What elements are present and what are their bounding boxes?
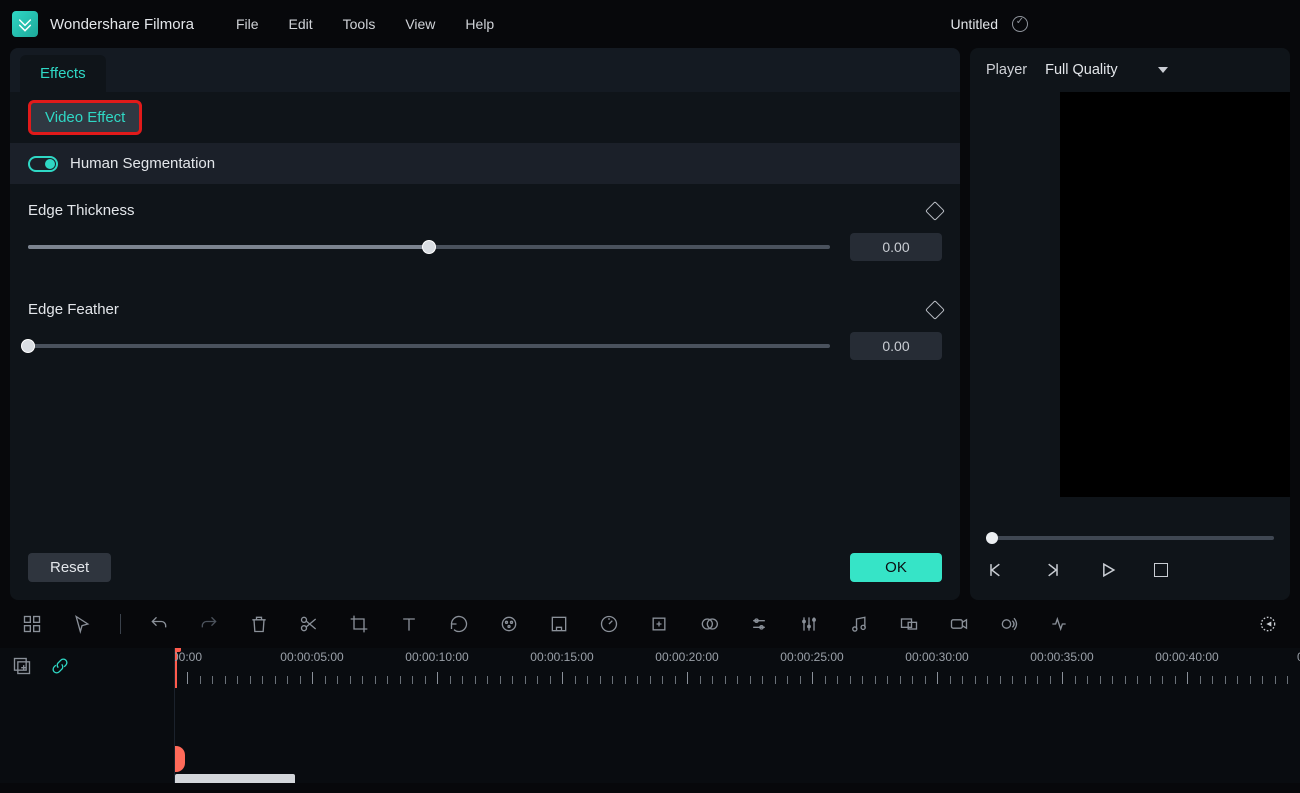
project-status: Untitled (951, 16, 1288, 32)
param-edge-feather: Edge Feather (28, 301, 942, 360)
subtab-video-effect[interactable]: Video Effect (28, 100, 142, 135)
speedometer-icon[interactable] (597, 612, 621, 636)
green-screen-icon[interactable] (547, 612, 571, 636)
menu-view[interactable]: View (405, 16, 435, 32)
next-frame-icon[interactable] (1042, 560, 1062, 580)
preview-viewport[interactable] (1060, 92, 1290, 497)
keyframe-icon[interactable] (925, 300, 945, 320)
timeline-left-gutter (0, 648, 175, 783)
prev-frame-icon[interactable] (986, 560, 1006, 580)
zoom-fit-icon[interactable] (1256, 612, 1280, 636)
audio-mixer-icon[interactable] (797, 612, 821, 636)
clip-handle[interactable] (175, 746, 185, 772)
menu-tools[interactable]: Tools (343, 16, 376, 32)
quality-value: Full Quality (1045, 62, 1118, 78)
edge-thickness-value[interactable] (850, 233, 942, 261)
stop-icon[interactable] (1154, 563, 1168, 577)
undo-icon[interactable] (147, 612, 171, 636)
ruler-label: 00:00:20:00 (655, 650, 718, 664)
player-label: Player (986, 62, 1027, 78)
motion-track-icon[interactable] (897, 612, 921, 636)
split-icon[interactable] (297, 612, 321, 636)
edge-feather-label: Edge Feather (28, 301, 119, 318)
reset-button[interactable]: Reset (28, 553, 111, 582)
menu-bar: Wondershare Filmora File Edit Tools View… (0, 0, 1300, 48)
redo-icon[interactable] (197, 612, 221, 636)
cloud-sync-icon[interactable] (1012, 16, 1028, 32)
ruler-label: 00:00:35:00 (1030, 650, 1093, 664)
subtab-row: Video Effect (10, 92, 960, 137)
play-icon[interactable] (1098, 560, 1118, 580)
effects-panel: Effects Video Effect Human Segmentation … (10, 48, 960, 600)
menu-edit[interactable]: Edit (289, 16, 313, 32)
player-controls (970, 540, 1290, 600)
ruler-label: 00:00:40:00 (1155, 650, 1218, 664)
ok-button[interactable]: OK (850, 553, 942, 582)
crop-icon[interactable] (347, 612, 371, 636)
timeline-ruler[interactable]: 00:00 00:00:05:00 00:00:10:00 00:00:15:00 00… (175, 648, 1300, 684)
record-icon[interactable] (947, 612, 971, 636)
quality-select[interactable]: Full Quality (1045, 62, 1168, 78)
chevron-down-icon (1158, 67, 1168, 73)
keyframe-icon[interactable] (925, 201, 945, 221)
edge-feather-value[interactable] (850, 332, 942, 360)
mask-icon[interactable] (697, 612, 721, 636)
project-name: Untitled (951, 16, 998, 32)
adjust-icon[interactable] (747, 612, 771, 636)
layout-icon[interactable] (20, 612, 44, 636)
human-segmentation-label: Human Segmentation (70, 155, 215, 172)
edge-feather-slider[interactable] (28, 344, 830, 348)
timeline-toolbar (0, 600, 1300, 648)
timeline: 00:00 00:00:05:00 00:00:10:00 00:00:15:00 00… (0, 648, 1300, 783)
ruler-label: 00:00:15:00 (530, 650, 593, 664)
voiceover-icon[interactable] (997, 612, 1021, 636)
ruler-label: 00:00:05:00 (280, 650, 343, 664)
audio-sync-icon[interactable] (1047, 612, 1071, 636)
effect-toggle-row: Human Segmentation (10, 143, 960, 184)
menu-items: File Edit Tools View Help (236, 16, 494, 32)
app-logo (12, 11, 38, 37)
speed-rewind-icon[interactable] (447, 612, 471, 636)
effects-tab-bar: Effects (10, 48, 960, 92)
effects-panel-footer: Reset OK (10, 539, 960, 600)
color-icon[interactable] (497, 612, 521, 636)
edge-thickness-label: Edge Thickness (28, 202, 134, 219)
timeline-ruler-area[interactable]: 00:00 00:00:05:00 00:00:10:00 00:00:15:00 00… (175, 648, 1300, 783)
audio-detach-icon[interactable] (847, 612, 871, 636)
separator (120, 614, 121, 634)
ruler-label: 00:00:25:00 (780, 650, 843, 664)
human-segmentation-toggle[interactable] (28, 156, 58, 172)
delete-icon[interactable] (247, 612, 271, 636)
param-edge-thickness: Edge Thickness (28, 202, 942, 261)
ruler-label: 00:00:30:00 (905, 650, 968, 664)
ruler-label: 00:00:10:00 (405, 650, 468, 664)
menu-file[interactable]: File (236, 16, 259, 32)
menu-help[interactable]: Help (465, 16, 494, 32)
clip[interactable] (175, 774, 295, 783)
app-title: Wondershare Filmora (50, 16, 194, 33)
keyframe-add-icon[interactable] (647, 612, 671, 636)
text-icon[interactable] (397, 612, 421, 636)
edge-thickness-slider[interactable] (28, 245, 830, 249)
ruler-label: 00:00 (175, 650, 202, 664)
add-track-icon[interactable] (12, 656, 32, 681)
preview-area (970, 92, 1290, 526)
player-header: Player Full Quality (970, 48, 1290, 92)
cursor-icon[interactable] (70, 612, 94, 636)
link-icon[interactable] (50, 656, 70, 681)
timeline-tracks[interactable] (175, 684, 1300, 783)
tab-effects[interactable]: Effects (20, 55, 106, 92)
player-scrub[interactable] (970, 526, 1290, 540)
effect-params: Edge Thickness Edge Feather (10, 184, 960, 539)
player-panel: Player Full Quality (970, 48, 1290, 600)
